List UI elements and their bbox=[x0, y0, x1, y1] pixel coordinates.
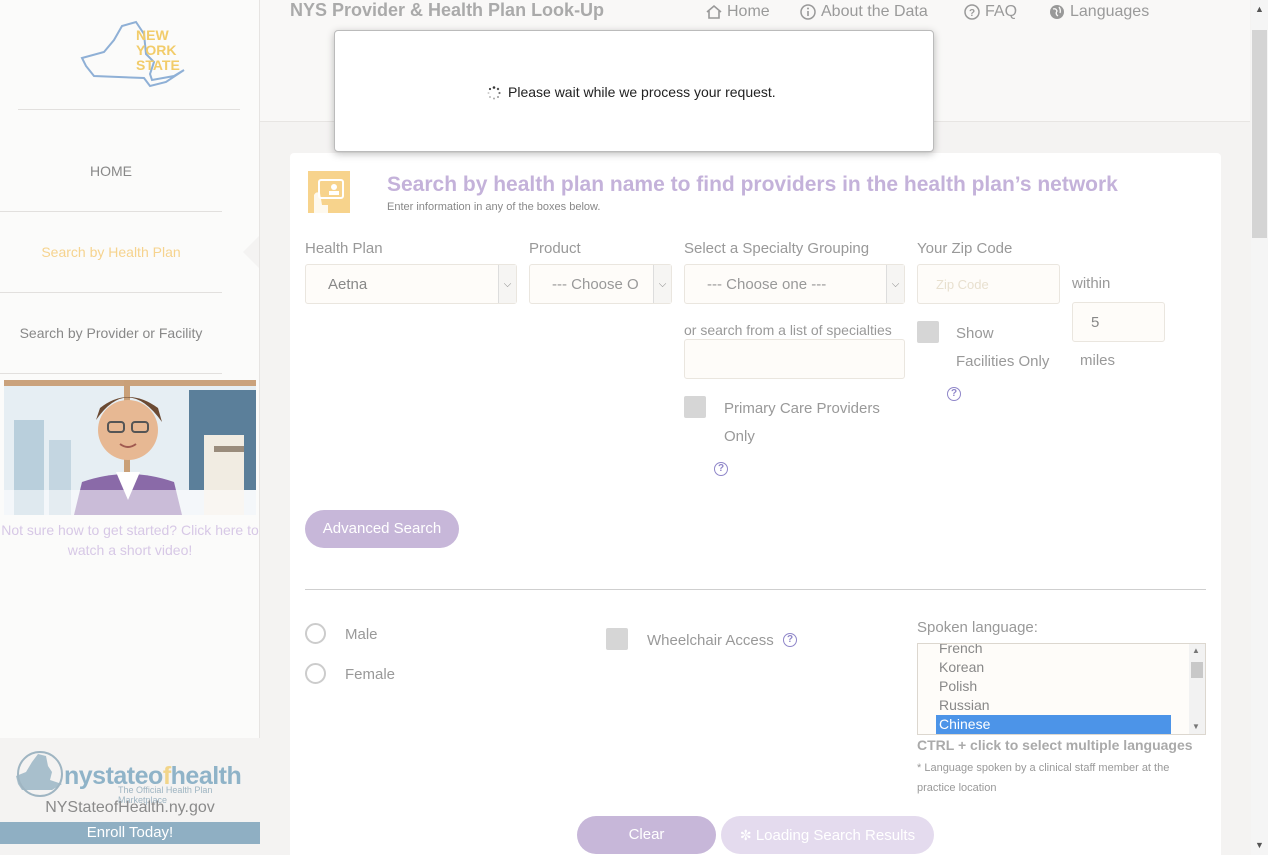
within-label: within bbox=[1072, 275, 1111, 292]
nys-logo[interactable]: NEW YORK STATE bbox=[18, 0, 240, 110]
home-icon bbox=[706, 4, 722, 19]
nav-about[interactable]: About the Data bbox=[800, 3, 928, 21]
advanced-search-button[interactable]: Advanced Search bbox=[305, 510, 459, 548]
facilities-only-label-line2: Facilities Only bbox=[956, 353, 1050, 370]
video-thumbnail[interactable] bbox=[4, 380, 256, 515]
processing-message: Please wait while we process your reques… bbox=[508, 84, 776, 100]
specialty-list-input[interactable] bbox=[684, 339, 905, 379]
product-select[interactable]: --- Choose O ⌵ bbox=[529, 264, 672, 304]
health-plan-select[interactable]: Aetna ⌵ bbox=[305, 264, 517, 304]
chevron-down-icon: ⌵ bbox=[498, 265, 516, 303]
scrollbar-thumb[interactable] bbox=[1252, 30, 1267, 238]
language-option[interactable]: Korean bbox=[918, 658, 1205, 677]
nysoh-promo[interactable]: nystateofhealth The Official Health Plan… bbox=[0, 738, 260, 855]
female-label: Female bbox=[345, 666, 396, 683]
primary-care-checkbox[interactable] bbox=[684, 396, 706, 418]
loading-search-button[interactable]: ✼ Loading Search Results bbox=[721, 816, 934, 854]
page-title: Search by health plan name to find provi… bbox=[387, 173, 1118, 196]
loading-spinner-icon: ✼ bbox=[739, 827, 752, 843]
sidebar-item-search-by-provider[interactable]: Search by Provider or Facility bbox=[0, 293, 222, 374]
facilities-only-label-line1: Show bbox=[956, 325, 994, 342]
question-icon: ? bbox=[964, 4, 980, 20]
product-label: Product bbox=[529, 240, 581, 257]
sidebar-item-search-by-health-plan[interactable]: Search by Health Plan bbox=[0, 212, 222, 293]
health-plan-label: Health Plan bbox=[305, 240, 383, 257]
facilities-only-checkbox[interactable] bbox=[917, 321, 939, 343]
language-option-selected[interactable]: Chinese bbox=[936, 715, 1171, 734]
zip-label: Your Zip Code bbox=[917, 240, 1013, 257]
clear-button[interactable]: Clear bbox=[577, 816, 716, 854]
language-hint: CTRL + click to select multiple language… bbox=[917, 737, 1193, 753]
active-indicator bbox=[243, 236, 259, 268]
language-label: Spoken language: bbox=[917, 619, 1038, 636]
specialty-label: Select a Specialty Grouping bbox=[684, 240, 870, 257]
divider bbox=[305, 589, 1206, 590]
specialty-list-label: or search from a list of specialties bbox=[684, 322, 892, 338]
language-note: * Language spoken by a clinical staff me… bbox=[917, 762, 1170, 794]
miles-label: miles bbox=[1080, 352, 1116, 369]
svg-text:NEW: NEW bbox=[136, 27, 169, 43]
male-radio[interactable] bbox=[305, 623, 326, 644]
nysoh-url[interactable]: NYStateofHealth.ny.gov bbox=[0, 799, 260, 817]
language-option[interactable]: Russian bbox=[918, 696, 1205, 715]
sidebar-item-home[interactable]: HOME bbox=[0, 131, 222, 212]
wheelchair-label: Wheelchair Access bbox=[647, 632, 774, 649]
language-listbox[interactable]: French Korean Polish Russian Chinese ▲ ▼ bbox=[917, 643, 1206, 735]
svg-text:STATE: STATE bbox=[136, 57, 180, 73]
svg-text:YORK: YORK bbox=[136, 42, 176, 58]
zip-code-input[interactable]: Zip Code bbox=[917, 264, 1060, 304]
primary-care-label-line1: Primary Care Providers bbox=[724, 400, 880, 417]
primary-care-help-icon[interactable]: ? bbox=[714, 462, 728, 476]
enroll-today-button[interactable]: Enroll Today! bbox=[0, 822, 260, 844]
wheelchair-help-icon[interactable]: ? bbox=[783, 633, 797, 647]
facilities-help-icon[interactable]: ? bbox=[947, 387, 961, 401]
page-subtitle: Enter information in any of the boxes be… bbox=[387, 201, 601, 213]
loading-spinner-icon bbox=[487, 86, 501, 100]
miles-input[interactable]: 5 bbox=[1072, 302, 1165, 342]
sidebar: NEW YORK STATE HOME Search by Health Pla… bbox=[0, 0, 260, 855]
scroll-up-icon[interactable]: ▲ bbox=[1255, 4, 1264, 14]
health-plan-card-icon bbox=[308, 171, 350, 213]
language-option[interactable]: Polish bbox=[918, 677, 1205, 696]
page-scrollbar[interactable]: ▲ ▼ bbox=[1251, 0, 1268, 855]
language-scrollbar[interactable]: ▲ ▼ bbox=[1189, 644, 1205, 734]
primary-care-label-line2: Only bbox=[724, 428, 755, 445]
nav-faq[interactable]: ? FAQ bbox=[964, 3, 1017, 21]
search-card: Search by health plan name to find provi… bbox=[290, 153, 1221, 855]
nav-home[interactable]: Home bbox=[706, 3, 770, 21]
female-radio[interactable] bbox=[305, 663, 326, 684]
info-icon bbox=[800, 4, 816, 20]
video-link[interactable]: Not sure how to get started? Click here … bbox=[0, 520, 260, 560]
chevron-down-icon: ⌵ bbox=[886, 265, 904, 303]
scroll-down-icon[interactable]: ▼ bbox=[1255, 840, 1264, 850]
language-option[interactable]: French bbox=[918, 644, 1205, 658]
svg-text:?: ? bbox=[969, 8, 975, 19]
nysoh-map-icon bbox=[16, 751, 63, 797]
specialty-select[interactable]: --- Choose one --- ⌵ bbox=[684, 264, 905, 304]
globe-icon bbox=[1050, 5, 1064, 19]
site-title: NYS Provider & Health Plan Look-Up bbox=[290, 0, 605, 20]
chevron-down-icon: ⌵ bbox=[653, 265, 671, 303]
wheelchair-checkbox[interactable] bbox=[606, 628, 628, 650]
nav-languages[interactable]: Languages bbox=[1049, 3, 1149, 21]
male-label: Male bbox=[345, 626, 378, 643]
ny-state-map-icon: NEW YORK STATE bbox=[80, 20, 185, 88]
processing-modal: Please wait while we process your reques… bbox=[334, 30, 934, 152]
